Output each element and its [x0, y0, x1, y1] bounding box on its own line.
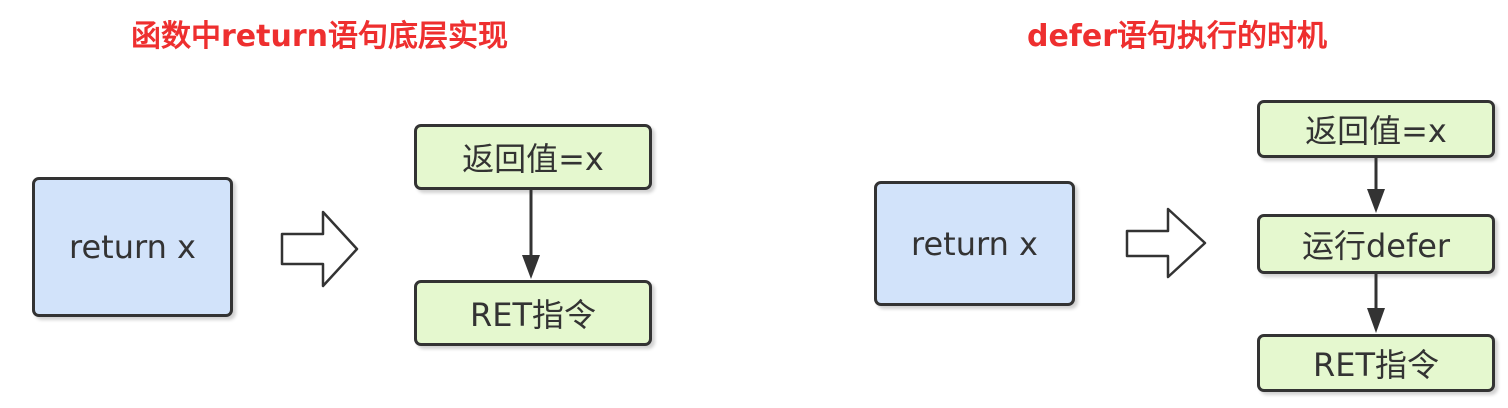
right-diagram-title: defer语句执行的时机: [1027, 19, 1328, 54]
right-step-return-value: 返回值=x: [1257, 100, 1495, 158]
left-connector-arrowhead-icon: [522, 255, 540, 279]
left-step-return-value: 返回值=x: [414, 124, 652, 190]
right-hollow-arrow-icon: [1125, 207, 1207, 279]
right-return-box: return x: [874, 181, 1075, 306]
left-hollow-arrow-icon: [280, 210, 359, 288]
left-return-box: return x: [32, 177, 233, 317]
right-connector-arrowhead-1-icon: [1367, 189, 1385, 213]
right-step-run-defer: 运行defer: [1257, 214, 1495, 274]
left-diagram-title: 函数中return语句底层实现: [131, 19, 508, 54]
right-step-ret-instruction: RET指令: [1257, 334, 1495, 392]
left-step-ret-instruction: RET指令: [414, 280, 652, 346]
right-connector-arrowhead-2-icon: [1367, 308, 1385, 333]
